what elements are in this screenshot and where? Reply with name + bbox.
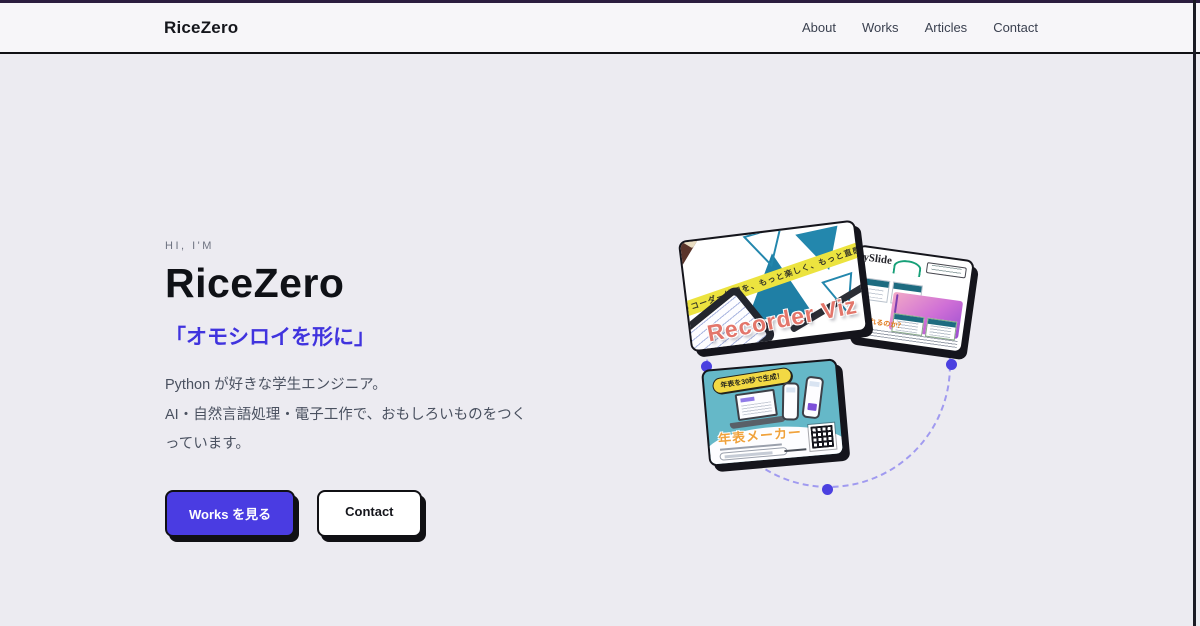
site-header: RiceZero About Works Articles Contact [0, 3, 1200, 54]
project-card-slide[interactable]: ySlide は創れるのか？ [845, 244, 975, 354]
main-nav: About Works Articles Contact [802, 20, 1038, 35]
hero-description-line: っています。 [165, 436, 250, 453]
contact-button[interactable]: Contact [317, 490, 422, 538]
logo[interactable]: RiceZero [164, 18, 238, 38]
project-card-timeline-maker[interactable]: 年表を30秒で生成！ 年表メーカー [701, 358, 845, 467]
hero-description-line: AI・自然言語処理・電子工作で、おもしろいものをつく [165, 406, 527, 423]
project-card-recorder-viz[interactable]: リコーダー練習を、もっと楽しく、もっと直感的に。 Recorder Viz [677, 219, 869, 353]
url-box [925, 262, 967, 279]
hero-eyebrow: HI, I'M [165, 240, 214, 252]
laptop-mockup [734, 388, 778, 422]
nav-item-contact[interactable]: Contact [993, 20, 1038, 35]
window-top-edge [0, 0, 1200, 3]
hero-description: Python が好きな学生エンジニア。 AI・自然言語処理・電子工作で、おもしろ… [165, 371, 605, 460]
hero-title: RiceZero [165, 260, 345, 306]
hero-description-line: Python が好きな学生エンジニア。 [165, 377, 387, 393]
nav-item-works[interactable]: Works [862, 20, 899, 35]
qr-code [807, 421, 838, 452]
phone-mockup [801, 375, 825, 420]
slide-card-title: ySlide [862, 251, 893, 268]
phone-mockup [781, 382, 800, 421]
orbit-dot [822, 484, 833, 495]
curved-arrow-icon [892, 258, 923, 278]
window-right-edge [1193, 0, 1196, 626]
hero-section: HI, I'M RiceZero 「オモシロイを形に」 Python が好きな学… [165, 240, 605, 538]
gradient-bar [893, 294, 899, 314]
hero-tagline: 「オモシロイを形に」 [165, 326, 375, 349]
nav-item-articles[interactable]: Articles [925, 20, 968, 35]
orbit-dot [946, 359, 957, 370]
hero-buttons: Works を見る Contact [165, 490, 605, 538]
works-button[interactable]: Works を見る [165, 490, 296, 538]
nav-item-about[interactable]: About [802, 20, 836, 35]
timeline-badge: 年表を30秒で生成！ [711, 366, 793, 395]
